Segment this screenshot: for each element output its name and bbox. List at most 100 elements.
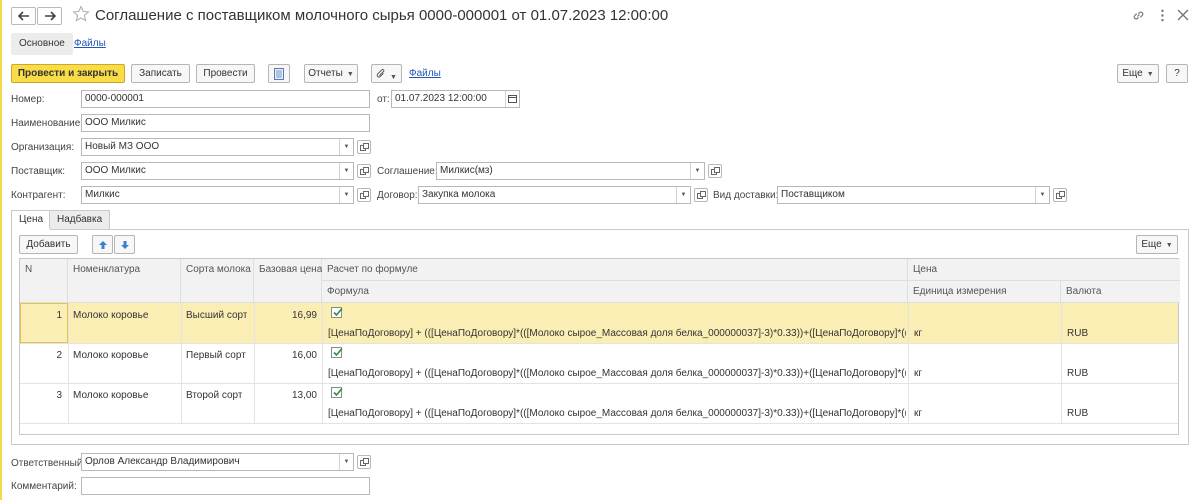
open-organization-button[interactable] [357,140,371,154]
contract-label: Договор: [377,190,418,201]
arrow-up-icon [98,241,107,249]
open-responsible-button[interactable] [357,455,371,469]
post-and-close-button[interactable]: Провести и закрыть [11,64,125,83]
more-button[interactable]: Еще ▼ [1117,64,1159,83]
chevron-down-icon[interactable]: ▼ [339,139,353,155]
grade-cell[interactable]: Второй сорт [186,390,242,401]
print-button[interactable] [268,64,290,83]
link-icon[interactable] [1132,9,1145,22]
formula-cell[interactable]: [ЦенаПоДоговору] + (([ЦенаПоДоговору]*((… [328,408,906,419]
more-label: Еще [1122,68,1143,79]
back-button[interactable] [11,7,36,25]
chevron-down-icon[interactable]: ▼ [339,163,353,179]
column-header-calc[interactable]: Расчет по формуле [322,259,908,281]
agreement-value: Милкис(мз) [440,165,493,176]
open-contract-button[interactable] [694,188,708,202]
calc-by-formula-checkbox[interactable] [331,387,343,398]
add-row-button[interactable]: Добавить [19,235,78,254]
currency-cell[interactable]: RUB [1067,408,1088,419]
chevron-down-icon[interactable]: ▼ [1035,187,1049,203]
table-more-label: Еще [1141,239,1162,250]
calc-by-formula-checkbox[interactable] [331,347,343,358]
supplier-field[interactable]: ООО Милкис ▼ [81,162,354,180]
column-header-base-price[interactable]: Базовая цена [254,259,322,303]
open-delivery-type-button[interactable] [1053,188,1067,202]
calendar-icon[interactable] [505,91,519,107]
column-header-item[interactable]: Номенклатура [68,259,181,303]
favorite-star-icon[interactable] [72,5,90,23]
grade-cell[interactable]: Первый сорт [186,350,246,361]
close-icon[interactable] [1177,9,1189,21]
base-price-cell[interactable]: 16,00 [254,350,317,361]
column-header-formula[interactable]: Формула [322,281,908,303]
open-link-icon [360,191,369,199]
chevron-down-icon[interactable]: ▼ [339,187,353,203]
contractor-field[interactable]: Милкис ▼ [81,186,354,204]
organization-field[interactable]: Новый МЗ ООО ▼ [81,138,354,156]
unit-cell[interactable]: кг [914,408,922,419]
calc-by-formula-checkbox[interactable] [331,307,343,318]
chevron-down-icon[interactable]: ▼ [690,163,704,179]
document-list-icon [274,68,284,80]
column-header-price[interactable]: Цена [908,259,1180,281]
chevron-down-icon: ▼ [1165,242,1173,249]
move-down-button[interactable] [114,235,135,254]
attachments-dropdown[interactable]: ▼ [371,64,402,83]
unit-cell[interactable]: кг [914,328,922,339]
reports-label: Отчеты [308,68,343,79]
number-field[interactable]: 0000-000001 [81,90,370,108]
open-agreement-button[interactable] [708,164,722,178]
item-cell[interactable]: Молоко коровье [73,350,148,361]
table-row[interactable]: 1 Молоко коровье Высший сорт 16,99 [Цена… [20,303,1178,343]
number-label: Номер: [11,94,45,105]
open-link-icon [360,167,369,175]
row-divider [20,343,1178,344]
base-price-cell[interactable]: 13,00 [254,390,317,401]
tab-main[interactable]: Основное [11,33,73,55]
delivery-type-field[interactable]: Поставщиком ▼ [777,186,1050,204]
formula-cell[interactable]: [ЦенаПоДоговору] + (([ЦенаПоДоговору]*((… [328,328,906,339]
grade-cell[interactable]: Высший сорт [186,310,247,321]
arrow-right-icon [45,11,56,21]
currency-cell[interactable]: RUB [1067,328,1088,339]
column-header-unit[interactable]: Единица измерения [908,281,1061,303]
post-button[interactable]: Провести [196,64,255,83]
column-divider [68,303,69,423]
formula-cell[interactable]: [ЦенаПоДоговору] + (([ЦенаПоДоговору]*((… [328,368,906,379]
chevron-down-icon[interactable]: ▼ [676,187,690,203]
table-more-button[interactable]: Еще ▼ [1136,235,1178,254]
table-row[interactable]: 3 Молоко коровье Второй сорт 13,00 [Цена… [20,383,1178,423]
column-header-grade[interactable]: Сорта молока [181,259,254,303]
chevron-down-icon[interactable]: ▼ [339,454,353,470]
date-field[interactable]: 01.07.2023 12:00:00 [391,90,520,108]
item-cell[interactable]: Молоко коровье [73,390,148,401]
table-row[interactable]: 2 Молоко коровье Первый сорт 16,00 [Цена… [20,343,1178,383]
contract-field[interactable]: Закупка молока ▼ [418,186,691,204]
reports-dropdown[interactable]: Отчеты ▼ [304,64,358,83]
tab-files[interactable]: Файлы [66,33,114,55]
unit-cell[interactable]: кг [914,368,922,379]
column-header-n[interactable]: N [20,259,68,303]
name-field[interactable]: ООО Милкис [81,114,370,132]
help-button[interactable]: ? [1166,64,1188,83]
more-vertical-icon[interactable] [1156,9,1169,22]
responsible-field[interactable]: Орлов Александр Владимирович ▼ [81,453,354,471]
files-link[interactable]: Файлы [409,68,441,79]
open-supplier-button[interactable] [357,164,371,178]
chevron-down-icon: ▼ [1146,71,1154,78]
tab-price[interactable]: Цена [11,210,52,230]
agreement-field[interactable]: Милкис(мз) ▼ [436,162,705,180]
contract-value: Закупка молока [422,189,496,200]
base-price-cell[interactable]: 16,99 [254,310,317,321]
responsible-value: Орлов Александр Владимирович [85,456,240,467]
tab-markup[interactable]: Надбавка [49,210,111,229]
open-contractor-button[interactable] [357,188,371,202]
forward-button[interactable] [37,7,62,25]
column-header-currency[interactable]: Валюта [1061,281,1180,303]
move-up-button[interactable] [92,235,113,254]
item-cell[interactable]: Молоко коровье [73,310,148,321]
comment-field[interactable] [81,477,370,495]
save-button[interactable]: Записать [131,64,190,83]
currency-cell[interactable]: RUB [1067,368,1088,379]
contractor-label: Контрагент: [11,190,66,201]
